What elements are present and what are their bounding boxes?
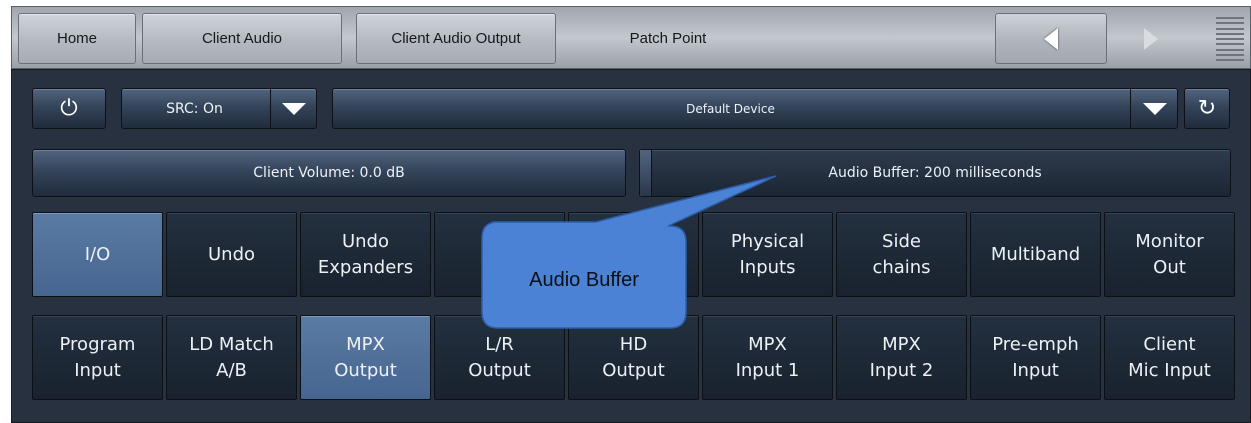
btn-mpx-input-2[interactable]: MPX Input 2 (836, 315, 967, 400)
btn-undo-expanders[interactable]: Undo Expanders (300, 212, 431, 297)
arrow-left-icon (1044, 27, 1058, 50)
btn-mpx-input-1[interactable]: MPX Input 1 (702, 315, 833, 400)
nav-back-button[interactable] (995, 13, 1107, 64)
btn-io[interactable]: I/O (32, 212, 163, 297)
btn-mpx-output[interactable]: MPX Output (300, 315, 431, 400)
audio-buffer-slider[interactable]: Audio Buffer: 200 milliseconds (639, 149, 1231, 197)
client-volume-label: Client Volume: 0.0 dB (253, 165, 405, 181)
btn-undo[interactable]: Undo (166, 212, 297, 297)
nav-client-audio-output-button[interactable]: Client Audio Output (356, 13, 556, 64)
client-volume-slider[interactable]: Client Volume: 0.0 dB (32, 149, 626, 197)
device-dropdown[interactable]: Default Device (332, 88, 1178, 129)
audio-buffer-label: Audio Buffer: 200 milliseconds (828, 165, 1042, 181)
arrow-right-icon (1144, 27, 1158, 50)
src-dropdown[interactable]: SRC: On (121, 88, 317, 129)
power-icon: ⏻ (60, 95, 78, 121)
device-value: Default Device (686, 101, 775, 116)
nav-forward-button[interactable] (1110, 13, 1192, 64)
nav-patch-point-button[interactable]: Patch Point (568, 13, 768, 64)
callout-text: Audio Buffer (529, 268, 639, 291)
nav-home-button[interactable]: Home (18, 13, 136, 64)
refresh-button[interactable]: ↻ (1184, 88, 1230, 129)
top-nav-bar: Home Client Audio Client Audio Output Pa… (11, 6, 1251, 69)
btn-lr-output[interactable]: L/R Output (434, 315, 565, 400)
btn-multiband[interactable]: Multiband (970, 212, 1101, 297)
refresh-icon: ↻ (1197, 95, 1217, 121)
btn-physical-inputs[interactable]: Physical Inputs (702, 212, 833, 297)
btn-program-input[interactable]: Program Input (32, 315, 163, 400)
chevron-down-icon (1132, 89, 1177, 128)
audio-buffer-fill (640, 150, 652, 196)
power-button[interactable]: ⏻ (32, 88, 106, 129)
btn-hd-output[interactable]: HD Output (568, 315, 699, 400)
src-value: SRC: On (166, 100, 223, 117)
menu-icon[interactable] (1216, 17, 1244, 61)
btn-pre-emph-input[interactable]: Pre-emph Input (970, 315, 1101, 400)
chevron-down-icon (272, 89, 316, 128)
nav-client-audio-button[interactable]: Client Audio (142, 13, 342, 64)
btn-side-chains[interactable]: Side chains (836, 212, 967, 297)
btn-ld-match-ab[interactable]: LD Match A/B (166, 315, 297, 400)
btn-monitor-out[interactable]: Monitor Out (1104, 212, 1235, 297)
main-panel: ⏻ SRC: On Default Device ↻ Client Volume… (11, 69, 1251, 423)
btn-client-mic-input[interactable]: Client Mic Input (1104, 315, 1235, 400)
